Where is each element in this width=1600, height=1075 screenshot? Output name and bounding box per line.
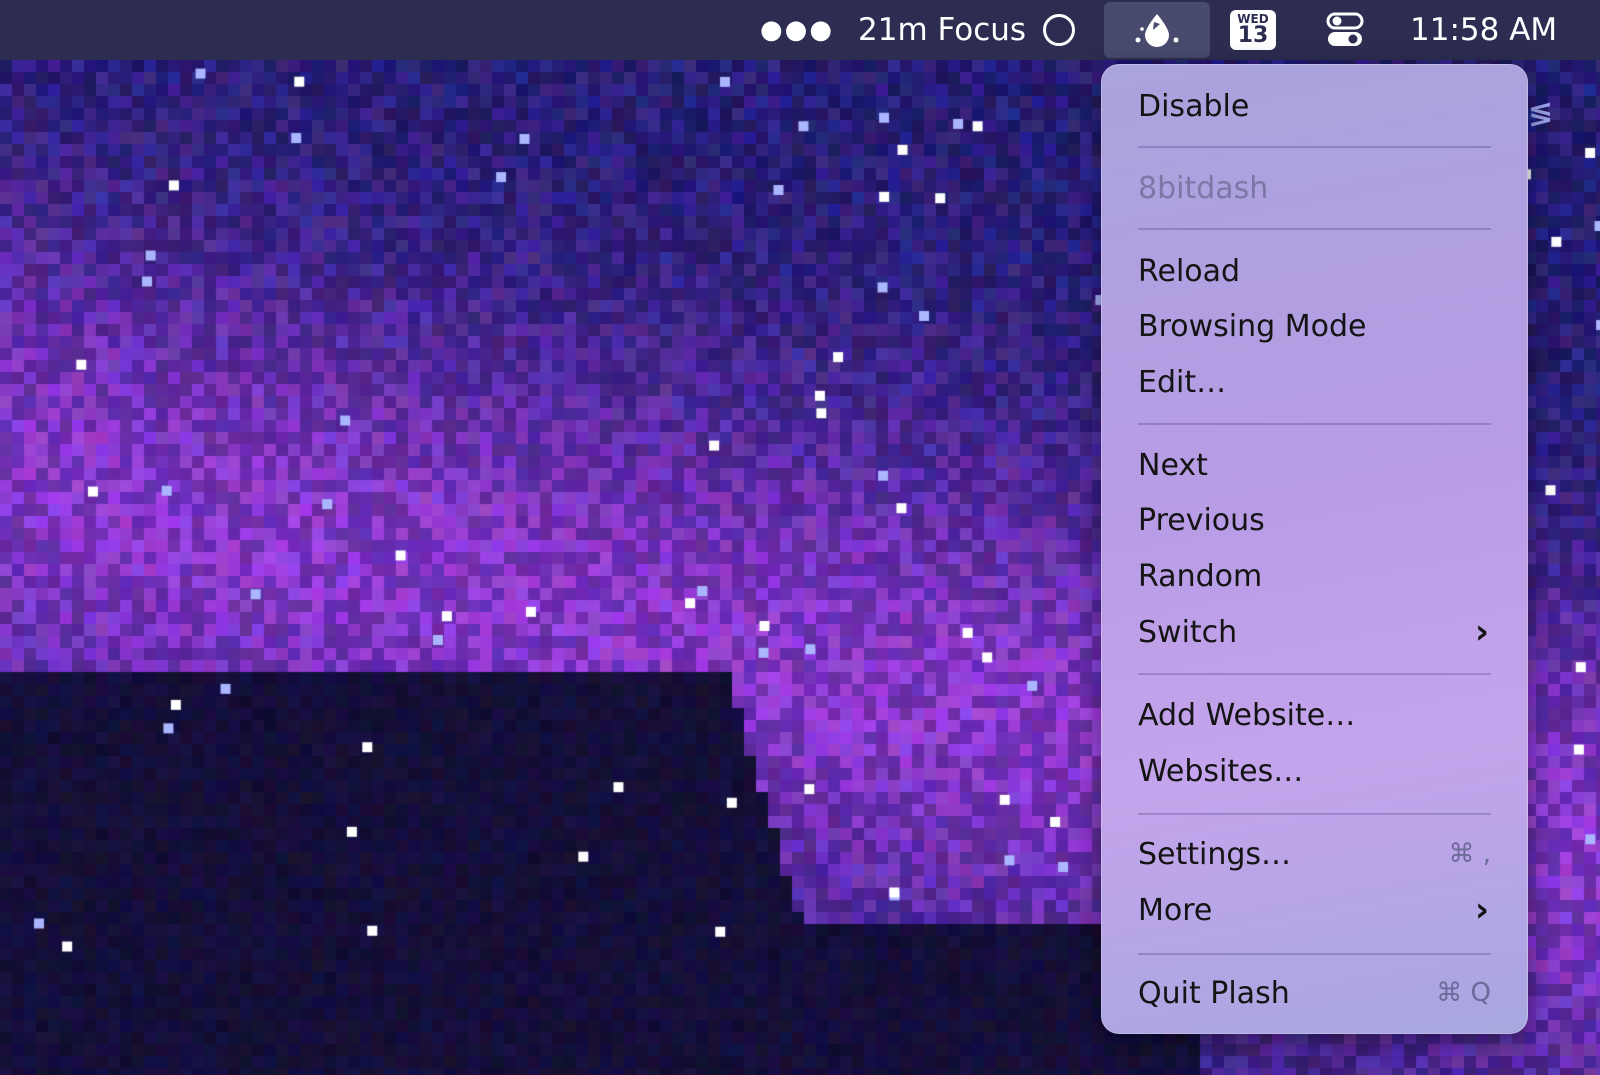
menu-item-switch[interactable]: Switch › [1138,606,1491,658]
menu-item-websites[interactable]: Websites… [1138,745,1491,797]
settings-shortcut: ⌘ , [1448,839,1491,869]
toggle-icon[interactable] [1325,0,1365,60]
menu-item-label: Settings… [1138,836,1292,872]
menu-item-label: 8bitdash [1138,170,1269,206]
menu-item-previous[interactable]: Previous [1138,494,1491,546]
menu-item-next[interactable]: Next [1138,439,1491,491]
menu-item-label: Random [1138,558,1263,594]
plash-dropdown-menu: Disable 8bitdash Reload Browsing Mode Ed… [1101,64,1528,1034]
menu-item-label: Disable [1138,88,1250,124]
focus-timer-label[interactable]: 21m Focus [858,0,1026,60]
menu-item-label: Next [1138,447,1208,483]
menu-item-edit[interactable]: Edit… [1138,356,1491,408]
menu-item-label: Reload [1138,253,1241,289]
menu-separator [1138,813,1491,815]
menu-item-label: Add Website… [1138,697,1356,733]
calendar-badge: WED 13 [1230,10,1276,50]
control-center-icon [1326,12,1364,46]
menu-separator [1138,673,1491,675]
menu-separator [1138,146,1491,148]
menu-item-label: Browsing Mode [1138,308,1367,344]
menu-item-quit[interactable]: Quit Plash ⌘ Q [1138,967,1491,1019]
focus-ring-icon[interactable] [1043,0,1075,60]
menu-separator [1138,228,1491,230]
calendar-icon[interactable]: WED 13 [1230,0,1276,60]
menu-separator [1138,423,1491,425]
menu-item-reload[interactable]: Reload [1138,245,1491,297]
menu-item-label: Websites… [1138,753,1304,789]
plash-menu-button[interactable] [1104,2,1210,58]
menu-bar: ●●● 21m Focus WED 13 11:58 AM [0,0,1600,60]
menu-item-disable[interactable]: Disable [1138,80,1491,132]
menu-bar-clock[interactable]: 11:58 AM [1410,0,1557,60]
droplet-icon [1135,14,1179,47]
menu-separator [1138,953,1491,955]
menu-item-add-website[interactable]: Add Website… [1138,689,1491,741]
menu-item-more[interactable]: More › [1138,884,1491,936]
quit-shortcut: ⌘ Q [1436,978,1491,1008]
chevron-right-icon: › [1474,890,1489,930]
menu-item-settings[interactable]: Settings… ⌘ , [1138,828,1491,880]
ellipsis-icon[interactable]: ●●● [760,0,834,60]
menu-item-label: Quit Plash [1138,975,1290,1011]
menu-item-browsing-mode[interactable]: Browsing Mode [1138,300,1491,352]
menu-item-random[interactable]: Random [1138,550,1491,602]
menu-item-label: More [1138,892,1213,928]
menu-item-label: Previous [1138,502,1265,538]
chevron-right-icon: › [1474,612,1489,652]
partial-desktop-glyph: ≶ [1528,96,1554,131]
calendar-date: 13 [1237,23,1269,48]
menu-item-label: Switch [1138,614,1238,650]
menu-item-current-site: 8bitdash [1138,162,1491,214]
menu-item-label: Edit… [1138,364,1227,400]
